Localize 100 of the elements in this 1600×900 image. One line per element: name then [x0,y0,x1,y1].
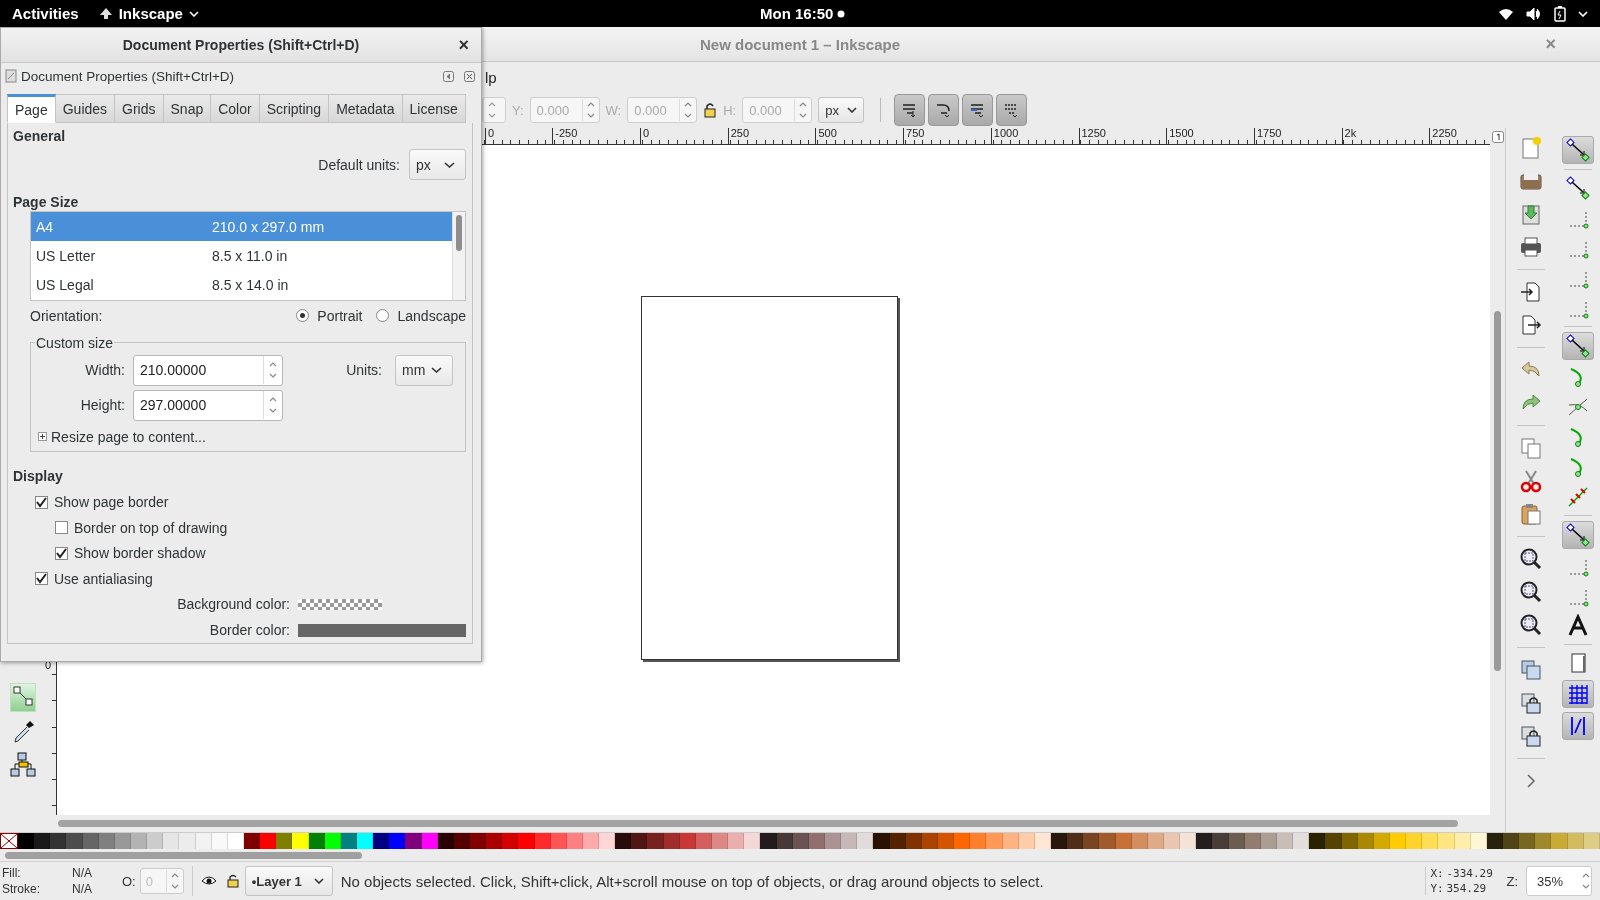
color-swatch[interactable] [34,833,51,849]
radio-button[interactable] [376,309,390,323]
color-swatch[interactable] [1535,833,1552,849]
node-arrow-icon[interactable] [1565,334,1590,358]
color-swatch[interactable] [260,833,277,849]
expander-icon[interactable] [38,432,47,442]
color-swatch[interactable] [938,833,955,849]
wifi-icon[interactable] [1498,6,1514,21]
color-swatch[interactable] [18,833,35,849]
tab[interactable]: Page [7,94,56,123]
node-arrow-icon[interactable] [1565,523,1590,547]
color-swatch[interactable] [825,833,842,849]
color-swatch[interactable] [66,833,83,849]
color-swatch[interactable] [405,833,422,849]
checkbox[interactable] [35,572,48,586]
units-dropdown[interactable]: px [818,97,864,123]
color-swatch[interactable] [760,833,777,849]
padlock-icon[interactable] [226,874,239,888]
tab[interactable]: Scripting [259,94,330,123]
color-swatch[interactable] [744,833,761,849]
color-swatch[interactable] [1325,833,1342,849]
transform-toggle[interactable] [927,94,959,126]
node-tool-icon[interactable] [10,684,35,708]
color-swatch[interactable] [1212,833,1229,849]
color-swatch[interactable] [1309,833,1326,849]
checkbox-label[interactable]: Border on top of drawing [74,519,228,536]
app-logo-icon[interactable] [98,6,113,21]
tab[interactable]: Color [211,94,260,123]
clipboard-icon[interactable] [1518,502,1543,526]
units-dropdown[interactable]: px [409,149,466,181]
color-swatch[interactable] [518,833,535,849]
color-swatch[interactable] [1180,833,1197,849]
checkbox[interactable] [55,521,68,535]
checkbox-label[interactable]: Show border shadow [74,545,206,562]
tab[interactable]: Guides [55,94,116,123]
checkbox-label[interactable]: Use antialiasing [54,570,153,587]
radio-button[interactable] [296,309,310,323]
color-swatch[interactable] [373,833,390,849]
menu-item[interactable]: lp [485,68,497,86]
transform-toggle[interactable] [995,94,1027,126]
color-swatch[interactable] [970,833,987,849]
import-icon[interactable] [1518,280,1543,304]
zoom-icon[interactable] [1518,547,1543,571]
color-swatch[interactable] [599,833,616,849]
color-swatch[interactable] [631,833,648,849]
eye-icon[interactable] [200,875,217,887]
color-swatch[interactable] [389,833,406,849]
color-swatch[interactable] [873,833,890,849]
color-swatch[interactable] [1083,833,1100,849]
scrollbar-thumb[interactable] [58,820,1458,827]
scrollbar-thumb[interactable] [5,851,362,859]
color-swatch[interactable] [728,833,745,849]
units-dropdown[interactable]: mm [395,354,453,386]
zoom-icon[interactable] [1518,580,1543,604]
list-row[interactable]: US Letter 8.5 x 11.0 in [31,241,452,271]
color-swatch[interactable] [1519,833,1536,849]
height-field[interactable]: 297.00000 [133,389,283,421]
zoom-field[interactable]: 35% [1526,866,1592,896]
list-row[interactable]: US Legal 8.5 x 14.0 in [31,270,452,300]
volume-icon[interactable] [1526,6,1542,21]
tab[interactable]: License [402,94,466,123]
color-swatch[interactable] [986,833,1003,849]
transform-toggle[interactable] [961,94,993,126]
activities-button[interactable]: Activities [12,5,79,22]
color-swatch[interactable] [502,833,519,849]
copy-icon[interactable] [1518,436,1543,460]
color-swatch[interactable] [1438,833,1455,849]
color-swatch[interactable] [954,833,971,849]
checkbox[interactable] [55,546,68,560]
app-menu[interactable]: Inkscape [118,5,183,22]
tab[interactable]: Metadata [329,94,403,123]
expander-label[interactable]: Resize page to content... [51,428,206,445]
page-toggle-icon[interactable] [1491,130,1504,143]
tab[interactable]: Snap [163,94,212,123]
scrollbar-thumb[interactable] [456,215,462,252]
battery-icon[interactable] [1554,5,1566,22]
color-swatch[interactable] [1196,833,1213,849]
padlock-icon[interactable] [1518,691,1543,715]
width-field[interactable]: 210.00000 [133,354,283,386]
scrollbar-thumb[interactable] [1494,311,1501,671]
node-arrow-icon[interactable] [1565,176,1590,200]
color-swatch[interactable] [841,833,858,849]
color-swatch[interactable] [857,833,874,849]
radio-label[interactable]: Landscape [397,307,466,324]
radio-label[interactable]: Portrait [317,307,363,324]
color-button[interactable] [298,623,466,637]
close-button[interactable]: × [458,34,469,56]
color-swatch[interactable] [1099,833,1116,849]
scissors-icon[interactable] [1518,469,1543,493]
padlock-icon[interactable] [1518,724,1543,748]
color-swatch[interactable] [147,833,164,849]
clock[interactable]: Mon 16:50 [760,5,834,22]
zoom-icon[interactable] [1518,613,1543,637]
color-swatch[interactable] [1067,833,1084,849]
iconify-icon[interactable] [443,70,454,82]
snap-toggle-icon[interactable] [1565,138,1590,162]
checkbox[interactable] [35,495,48,509]
close-icon[interactable] [464,70,475,82]
color-swatch[interactable] [615,833,632,849]
padlock-icon[interactable] [703,102,718,118]
